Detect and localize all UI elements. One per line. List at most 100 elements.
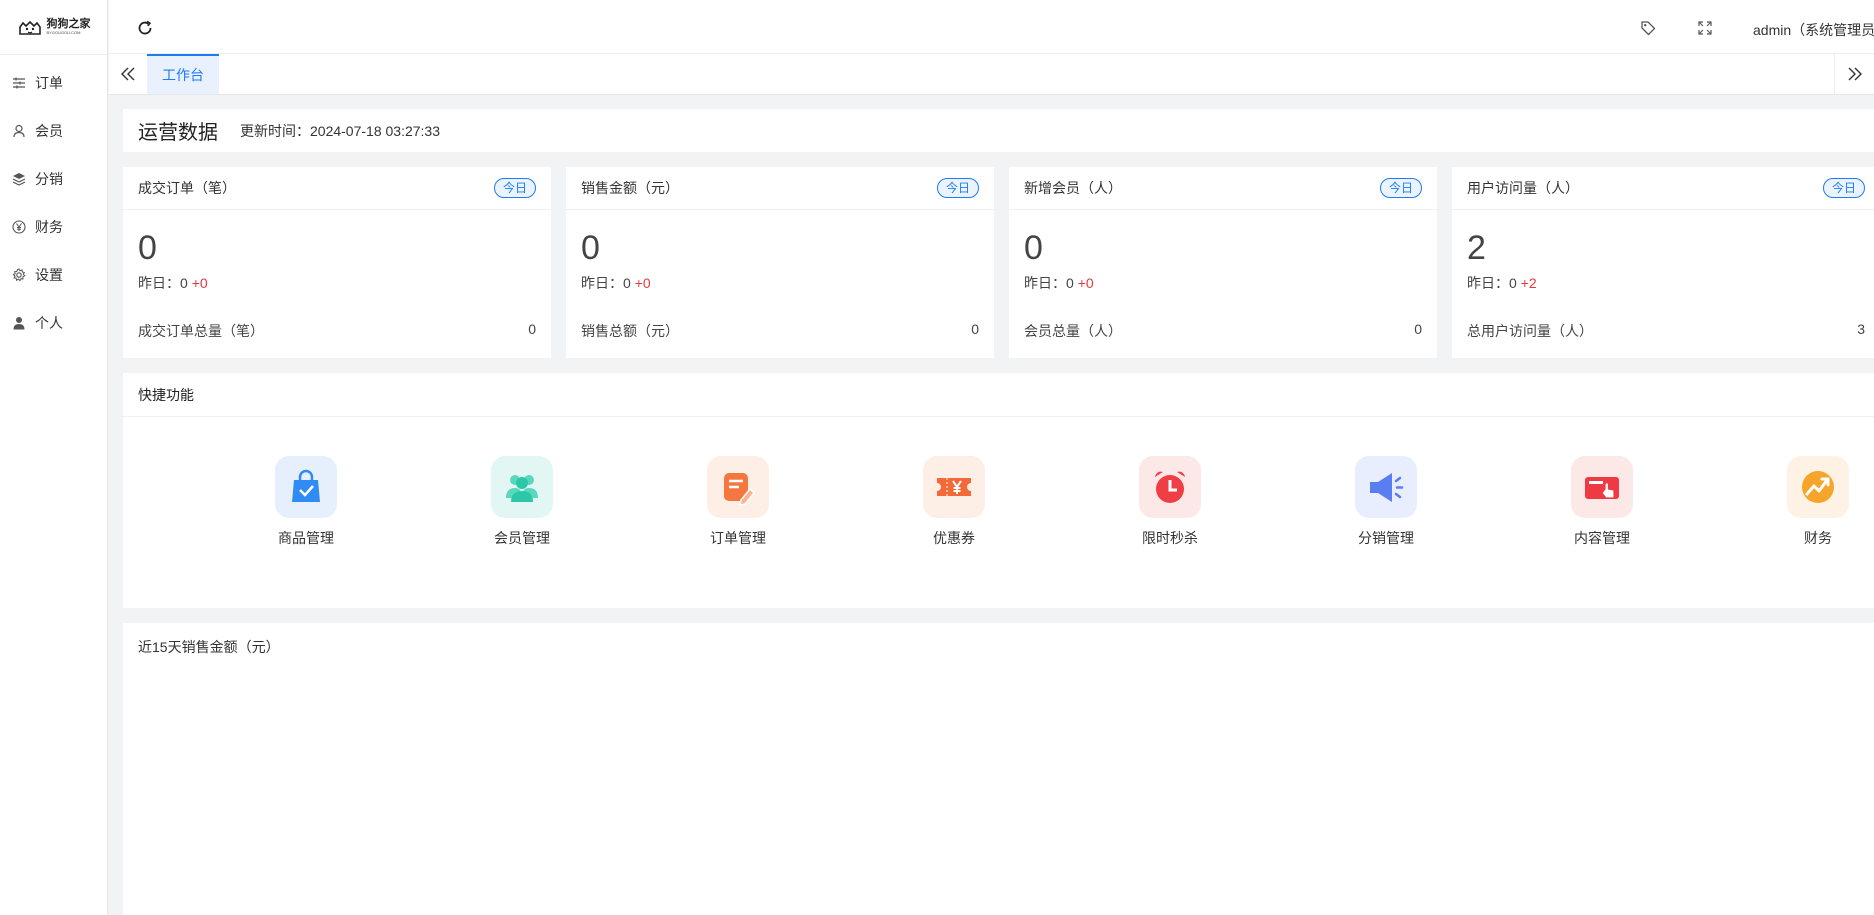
operations-header: 运营数据 更新时间： 2024-07-18 03:27:33 bbox=[123, 109, 1874, 152]
stat-total-value: 0 bbox=[528, 321, 536, 337]
stat-card-sales: 销售金额（元） 今日 0 昨日：0 +0 销售总额（元） 0 bbox=[566, 167, 994, 358]
quick-item-content[interactable]: 内容管理 bbox=[1542, 456, 1662, 548]
quick-item-label: 会员管理 bbox=[494, 530, 550, 546]
updated-time: 2024-07-18 03:27:33 bbox=[310, 122, 440, 139]
stat-yesterday: 昨日：0 +2 bbox=[1452, 273, 1874, 293]
sales-chart-title: 近15天销售金额（元） bbox=[138, 639, 280, 655]
sidebar-item-label: 个人 bbox=[35, 315, 63, 331]
members-icon bbox=[491, 456, 553, 518]
quick-item-finance[interactable]: 财务 bbox=[1758, 456, 1874, 548]
quick-item-flash-sale[interactable]: 限时秒杀 bbox=[1110, 456, 1230, 548]
yesterday-label: 昨日： bbox=[1024, 275, 1066, 291]
sidebar-item-label: 订单 bbox=[35, 75, 63, 91]
yen-icon bbox=[12, 220, 26, 234]
logo[interactable]: 狗狗之家 BYGOUGOU.COM bbox=[0, 0, 107, 55]
finance-icon bbox=[1787, 456, 1849, 518]
sidebar-item-finance[interactable]: 财务 bbox=[0, 203, 107, 251]
stat-value: 2 bbox=[1467, 229, 1486, 267]
tabs-next-button[interactable] bbox=[1834, 54, 1874, 94]
double-chevron-left-icon bbox=[121, 67, 135, 81]
stat-title: 用户访问量（人） bbox=[1467, 180, 1579, 196]
tabs-prev-button[interactable] bbox=[109, 54, 147, 94]
megaphone-icon bbox=[1355, 456, 1417, 518]
stat-title: 销售金额（元） bbox=[581, 180, 679, 196]
stat-value: 0 bbox=[581, 229, 600, 267]
coupon-icon bbox=[923, 456, 985, 518]
dog-logo-icon bbox=[18, 20, 41, 35]
page-title: 运营数据 bbox=[138, 122, 218, 144]
yesterday-value: 0 bbox=[1066, 275, 1074, 291]
sidebar-item-profile[interactable]: 个人 bbox=[0, 299, 107, 347]
stat-card-new-members: 新增会员（人） 今日 0 昨日：0 +0 会员总量（人） 0 bbox=[1009, 167, 1437, 358]
alarm-clock-icon bbox=[1139, 456, 1201, 518]
stat-total-value: 0 bbox=[971, 321, 979, 337]
stat-value: 0 bbox=[138, 229, 157, 267]
sales-chart-panel: 近15天销售金额（元） bbox=[123, 623, 1874, 915]
user-menu[interactable]: admin（系统管理员） bbox=[1753, 20, 1874, 40]
sidebar: 狗狗之家 BYGOUGOU.COM 订单 会员 分销 财务 设置 个人 bbox=[0, 0, 108, 915]
today-badge: 今日 bbox=[493, 178, 536, 198]
stat-delta: +0 bbox=[1077, 275, 1094, 291]
sidebar-item-label: 财务 bbox=[35, 219, 63, 235]
order-edit-icon bbox=[707, 456, 769, 518]
stat-title: 成交订单（笔） bbox=[138, 180, 236, 196]
sidebar-item-orders[interactable]: 订单 bbox=[0, 59, 107, 107]
stat-delta: +0 bbox=[634, 275, 651, 291]
refresh-icon[interactable] bbox=[137, 20, 153, 36]
quick-item-label: 优惠券 bbox=[933, 530, 975, 546]
stat-value: 0 bbox=[1024, 229, 1043, 267]
layers-icon bbox=[12, 173, 26, 186]
logo-subtitle: BYGOUGOU.COM bbox=[46, 30, 81, 35]
quick-item-label: 限时秒杀 bbox=[1142, 530, 1198, 546]
yesterday-label: 昨日： bbox=[1467, 275, 1509, 291]
today-badge: 今日 bbox=[1379, 178, 1422, 198]
quick-item-orders[interactable]: 订单管理 bbox=[678, 456, 798, 548]
sidebar-item-label: 分销 bbox=[35, 171, 63, 187]
sidebar-item-members[interactable]: 会员 bbox=[0, 107, 107, 155]
double-chevron-right-icon bbox=[1848, 67, 1862, 81]
stat-yesterday: 昨日：0 +0 bbox=[123, 273, 551, 293]
quick-item-products[interactable]: 商品管理 bbox=[246, 456, 366, 548]
person-icon bbox=[13, 317, 25, 330]
stat-total-label: 会员总量（人） bbox=[1024, 323, 1122, 339]
quick-functions-title: 快捷功能 bbox=[123, 373, 1874, 417]
today-badge: 今日 bbox=[936, 178, 979, 198]
fullscreen-icon[interactable] bbox=[1698, 21, 1712, 35]
quick-item-label: 订单管理 bbox=[710, 530, 766, 546]
quick-item-coupons[interactable]: 优惠券 bbox=[894, 456, 1014, 548]
gear-icon bbox=[12, 268, 26, 282]
sidebar-menu: 订单 会员 分销 财务 设置 个人 bbox=[0, 55, 107, 347]
quick-item-members[interactable]: 会员管理 bbox=[462, 456, 582, 548]
list-icon bbox=[13, 77, 25, 89]
top-bar: admin（系统管理员） bbox=[109, 0, 1874, 54]
tag-icon[interactable] bbox=[1640, 20, 1656, 36]
stat-total-label: 成交订单总量（笔） bbox=[138, 323, 264, 339]
yesterday-label: 昨日： bbox=[581, 275, 623, 291]
stat-delta: +2 bbox=[1520, 275, 1537, 291]
stat-total-label: 销售总额（元） bbox=[581, 323, 679, 339]
quick-functions-panel: 快捷功能 商品管理 会员管理 订单管理 优惠券 限时秒杀 分销管理 内容管理 财… bbox=[123, 373, 1874, 608]
quick-item-distribution[interactable]: 分销管理 bbox=[1326, 456, 1446, 548]
stat-card-orders: 成交订单（笔） 今日 0 昨日：0 +0 成交订单总量（笔） 0 bbox=[123, 167, 551, 358]
yesterday-value: 0 bbox=[1509, 275, 1517, 291]
logo-name: 狗狗之家 bbox=[46, 18, 91, 30]
user-icon bbox=[13, 124, 25, 138]
shopping-bag-icon bbox=[275, 456, 337, 518]
tab-workbench[interactable]: 工作台 bbox=[147, 54, 219, 94]
sidebar-item-settings[interactable]: 设置 bbox=[0, 251, 107, 299]
quick-item-label: 商品管理 bbox=[278, 530, 334, 546]
stat-delta: +0 bbox=[191, 275, 208, 291]
quick-item-label: 内容管理 bbox=[1574, 530, 1630, 546]
quick-item-label: 财务 bbox=[1804, 530, 1832, 546]
yesterday-value: 0 bbox=[623, 275, 631, 291]
stat-yesterday: 昨日：0 +0 bbox=[1009, 273, 1437, 293]
card-hand-icon bbox=[1571, 456, 1633, 518]
sidebar-item-label: 会员 bbox=[35, 123, 63, 139]
sidebar-item-distribution[interactable]: 分销 bbox=[0, 155, 107, 203]
updated-time-label: 更新时间： bbox=[240, 122, 310, 139]
sidebar-item-label: 设置 bbox=[35, 267, 63, 283]
stat-title: 新增会员（人） bbox=[1024, 180, 1122, 196]
yesterday-label: 昨日： bbox=[138, 275, 180, 291]
yesterday-value: 0 bbox=[180, 275, 188, 291]
today-badge: 今日 bbox=[1822, 178, 1865, 198]
